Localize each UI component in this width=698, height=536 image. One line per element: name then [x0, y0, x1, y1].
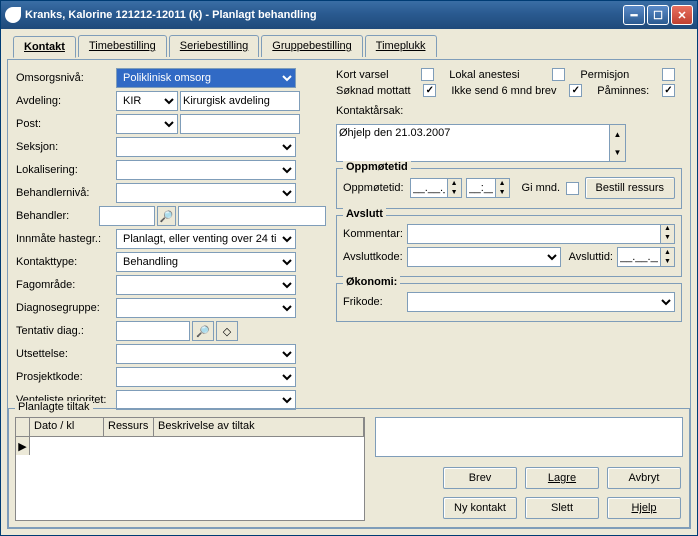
label-ikkesend: Ikke send 6 mnd brev: [451, 85, 561, 97]
check-lokalanestesi[interactable]: [552, 68, 565, 81]
input-post[interactable]: [180, 114, 300, 134]
button-bestill-ressurs[interactable]: Bestill ressurs: [585, 177, 675, 199]
input-oppmote-date[interactable]: [410, 178, 448, 198]
select-utsettelse[interactable]: [116, 344, 296, 364]
window-title: Kranks, Kalorine 121212-12011 (k) - Plan…: [25, 9, 623, 21]
window: Kranks, Kalorine 121212-12011 (k) - Plan…: [0, 0, 698, 536]
input-oppmote-time[interactable]: [466, 178, 496, 198]
select-innmate[interactable]: Planlagt, eller venting over 24 tim: [116, 229, 296, 249]
spin-up[interactable]: ▲: [448, 179, 461, 188]
check-paminnes[interactable]: [662, 84, 675, 97]
input-tentativ[interactable]: [116, 321, 190, 341]
label-kontakttype: Kontakttype:: [16, 256, 116, 268]
label-prosjekt: Prosjektkode:: [16, 371, 116, 383]
label-behandlerniva: Behandlernivå:: [16, 187, 116, 199]
label-avsluttkode: Avsluttkode:: [343, 251, 407, 263]
minimize-button[interactable]: ━: [623, 5, 645, 25]
col-dato[interactable]: Dato / kl: [30, 418, 104, 436]
check-permisjon[interactable]: [662, 68, 675, 81]
input-behandler[interactable]: [99, 206, 155, 226]
check-ikkesend[interactable]: [569, 84, 582, 97]
label-lokalisering: Lokalisering:: [16, 164, 116, 176]
check-kortvarsel[interactable]: [421, 68, 434, 81]
group-oppmotetid: Oppmøtetid Oppmøtetid: ▲▼ ▲▼ Gi mnd. Bes…: [336, 168, 682, 209]
row-marker-icon: ▶: [16, 437, 30, 455]
textarea-kontaktarsak[interactable]: Øhjelp den 21.03.2007 ▲▼: [336, 124, 626, 162]
label-diagnose: Diagnosegruppe:: [16, 302, 116, 314]
group-planlagte-tiltak: Planlagte tiltak Dato / kl Ressurs Beskr…: [8, 408, 690, 528]
detail-box: [375, 417, 683, 457]
button-lagre[interactable]: Lagre: [525, 467, 599, 489]
label-avdeling: Avdeling:: [16, 95, 116, 107]
label-post: Post:: [16, 118, 116, 130]
select-omsorgsniva[interactable]: Poliklinisk omsorg: [116, 68, 296, 88]
label-fagomrade: Fagområde:: [16, 279, 116, 291]
spin-up-icon[interactable]: ▲: [609, 125, 625, 143]
select-avsluttkode[interactable]: [407, 247, 561, 267]
button-brev[interactable]: Brev: [443, 467, 517, 489]
label-gimnd: Gi mnd.: [522, 182, 561, 194]
check-soknad[interactable]: [423, 84, 436, 97]
tab-seriebestilling[interactable]: Seriebestilling: [169, 35, 259, 57]
label-permisjon: Permisjon: [580, 69, 654, 81]
select-behandlerniva[interactable]: [116, 183, 296, 203]
input-avdeling-name[interactable]: [180, 91, 300, 111]
select-avdeling-code[interactable]: KIR: [116, 91, 178, 111]
col-ressurs[interactable]: Ressurs: [104, 418, 154, 436]
label-kontaktarsak: Kontaktårsak:: [336, 105, 403, 117]
eraser-icon[interactable]: ◇: [216, 321, 238, 341]
select-lokalisering[interactable]: [116, 160, 296, 180]
select-post[interactable]: [116, 114, 178, 134]
button-avbryt[interactable]: Avbryt: [607, 467, 681, 489]
label-avsluttid: Avsluttid:: [569, 251, 613, 263]
maximize-button[interactable]: ☐: [647, 5, 669, 25]
label-soknad: Søknad mottatt: [336, 85, 415, 97]
group-okonomi: Økonomi: Frikode:: [336, 283, 682, 322]
select-venteliste[interactable]: [116, 390, 296, 410]
spin-down[interactable]: ▼: [448, 188, 461, 197]
label-innmate: Innmåte hastegr.:: [16, 233, 116, 245]
label-seksjon: Seksjon:: [16, 141, 116, 153]
label-oppmotetid: Oppmøtetid:: [343, 182, 410, 194]
input-avsluttid[interactable]: [617, 247, 661, 267]
button-nykontakt[interactable]: Ny kontakt: [443, 497, 517, 519]
app-icon: [5, 7, 21, 23]
left-column: Omsorgsnivå: Poliklinisk omsorg Avdeling…: [16, 68, 326, 413]
label-tentativ: Tentativ diag.:: [16, 325, 116, 337]
col-beskrivelse[interactable]: Beskrivelse av tiltak: [154, 418, 364, 436]
tab-timebestilling[interactable]: Timebestilling: [78, 35, 167, 57]
label-kommentar: Kommentar:: [343, 228, 407, 240]
check-gimnd[interactable]: [566, 182, 579, 195]
tab-timeplukk[interactable]: Timeplukk: [365, 35, 437, 57]
button-hjelp[interactable]: Hjelp: [607, 497, 681, 519]
button-slett[interactable]: Slett: [525, 497, 599, 519]
tab-kontakt[interactable]: Kontakt: [13, 36, 76, 58]
select-prosjekt[interactable]: [116, 367, 296, 387]
select-diagnose[interactable]: [116, 298, 296, 318]
label-lokalanestesi: Lokal anestesi: [449, 69, 544, 81]
input-kommentar[interactable]: ▲▼: [407, 224, 675, 244]
select-frikode[interactable]: [407, 292, 675, 312]
right-column: Kort varsel Lokal anestesi Permisjon Søk…: [336, 68, 682, 413]
label-frikode: Frikode:: [343, 296, 407, 308]
label-omsorgsniva: Omsorgsnivå:: [16, 72, 116, 84]
tab-gruppebestilling[interactable]: Gruppebestilling: [261, 35, 363, 57]
select-kontakttype[interactable]: Behandling: [116, 252, 296, 272]
tabstrip: Kontakt Timebestilling Seriebestilling G…: [13, 35, 691, 57]
content-panel: Omsorgsnivå: Poliklinisk omsorg Avdeling…: [7, 59, 691, 529]
group-avslutt: Avslutt Kommentar: ▲▼ Avsluttkode: Avslu…: [336, 215, 682, 277]
label-kortvarsel: Kort varsel: [336, 69, 413, 81]
select-fagomrade[interactable]: [116, 275, 296, 295]
binoculars-icon-2[interactable]: 🔎: [192, 321, 214, 341]
label-utsettelse: Utsettelse:: [16, 348, 116, 360]
label-paminnes: Påminnes:: [597, 85, 654, 97]
close-button[interactable]: ✕: [671, 5, 693, 25]
input-behandler-name[interactable]: [178, 206, 326, 226]
label-behandler: Behandler:: [16, 210, 99, 222]
table-tiltak[interactable]: Dato / kl Ressurs Beskrivelse av tiltak …: [15, 417, 365, 521]
select-seksjon[interactable]: [116, 137, 296, 157]
titlebar: Kranks, Kalorine 121212-12011 (k) - Plan…: [1, 1, 697, 29]
binoculars-icon[interactable]: 🔎: [157, 206, 176, 226]
spin-down-icon[interactable]: ▼: [609, 143, 625, 161]
